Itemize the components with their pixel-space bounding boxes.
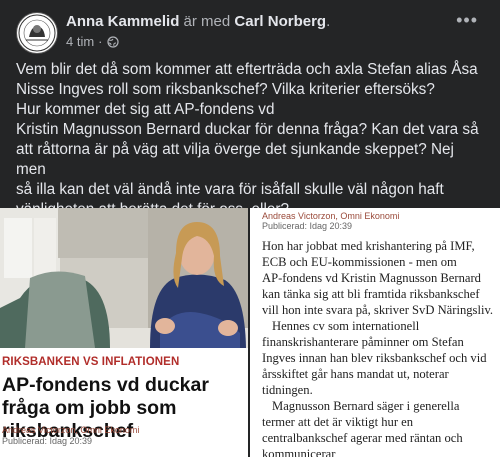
article-screenshot-right[interactable]: Andreas Victorzon, Omni Ekonomi Publicer… — [250, 208, 500, 457]
article-body-line: finanskrishanterare påminner om Stefan — [262, 335, 464, 349]
post-text-line: så illa kan det väl ändå inte vara för i… — [16, 181, 444, 198]
article-body-line: Hon har jobbat med krishantering på IMF, — [262, 239, 475, 253]
article-body: Hon har jobbat med krishantering på IMF,… — [262, 238, 494, 457]
post-text-line: att råttorna är på väg att vilja överge … — [16, 141, 454, 178]
article-byline: Andreas Victorzon, Omni Ekonomi — [262, 211, 400, 221]
article-body-line: kommunicerar — [262, 447, 336, 457]
post-text-line: Hur kommer det sig att AP-fondens vd — [16, 101, 275, 118]
author-name[interactable]: Anna Kammelid — [66, 13, 179, 30]
article-photo — [0, 208, 248, 348]
post-time[interactable]: 4 tim — [66, 34, 94, 49]
article-screenshot-left[interactable]: RIKSBANKEN VS INFLATIONEN AP-fondens vd … — [0, 208, 248, 457]
avatar[interactable] — [16, 12, 58, 54]
article-body-line: termer att det är viktigt hur en — [262, 415, 414, 429]
article-kicker: RIKSBANKEN VS INFLATIONEN — [2, 356, 180, 368]
article-body-line: centralbankschef agerar med räntan och — [262, 431, 463, 445]
more-dots-icon[interactable]: ••• — [456, 11, 478, 29]
facebook-post: Anna Kammelid är med Carl Norberg. 4 tim… — [0, 0, 500, 457]
article-body-line: vill hon inte svara på, skriver SvD Näri… — [262, 303, 494, 317]
article-body-line: Hennes cv som internationell — [272, 319, 420, 333]
article-body-line: kan tänka sig att bli framtida riksbanks… — [262, 287, 480, 301]
post-text-line: Nisse Ingves roll som riksbankschef? Vil… — [16, 81, 435, 98]
article-published: Publicerad: Idag 20:39 — [262, 221, 353, 231]
post-meta: 4 tim · — [66, 34, 119, 49]
article-body-line: tidningen. — [262, 383, 313, 397]
article-photo-image — [0, 208, 248, 348]
article-byline: Andreas Victorzon, Omni Ekonomi — [2, 425, 140, 435]
author-line: Anna Kammelid är med Carl Norberg. — [66, 13, 331, 30]
post-text-line: Kristin Magnusson Bernard duckar för den… — [16, 121, 479, 138]
article-body-line: årsskiftet går hans mandat ut, noterar — [262, 367, 449, 381]
avatar-image — [18, 14, 56, 52]
article-published: Publicerad: Idag 20:39 — [2, 436, 93, 446]
article-body-line: Magnusson Bernard säger i generella — [272, 399, 460, 413]
post-text-line: Vem blir det då som kommer att efterträd… — [16, 61, 478, 78]
article-body-line: Ingves innan han blev riksbankschef och … — [262, 351, 487, 365]
post-text: Vem blir det då som kommer att efterträd… — [16, 60, 484, 220]
post-header: Anna Kammelid är med Carl Norberg. 4 tim… — [0, 0, 500, 56]
article-body-line: AP-fondens vd Kristin Magnusson Bernard — [262, 271, 481, 285]
connector-text: är med — [183, 13, 231, 30]
globe-icon — [106, 35, 119, 48]
article-body-line: ECB och EU-kommissionen - men om — [262, 255, 457, 269]
post-images: RIKSBANKEN VS INFLATIONEN AP-fondens vd … — [0, 208, 500, 457]
tagged-name[interactable]: Carl Norberg — [234, 13, 326, 30]
